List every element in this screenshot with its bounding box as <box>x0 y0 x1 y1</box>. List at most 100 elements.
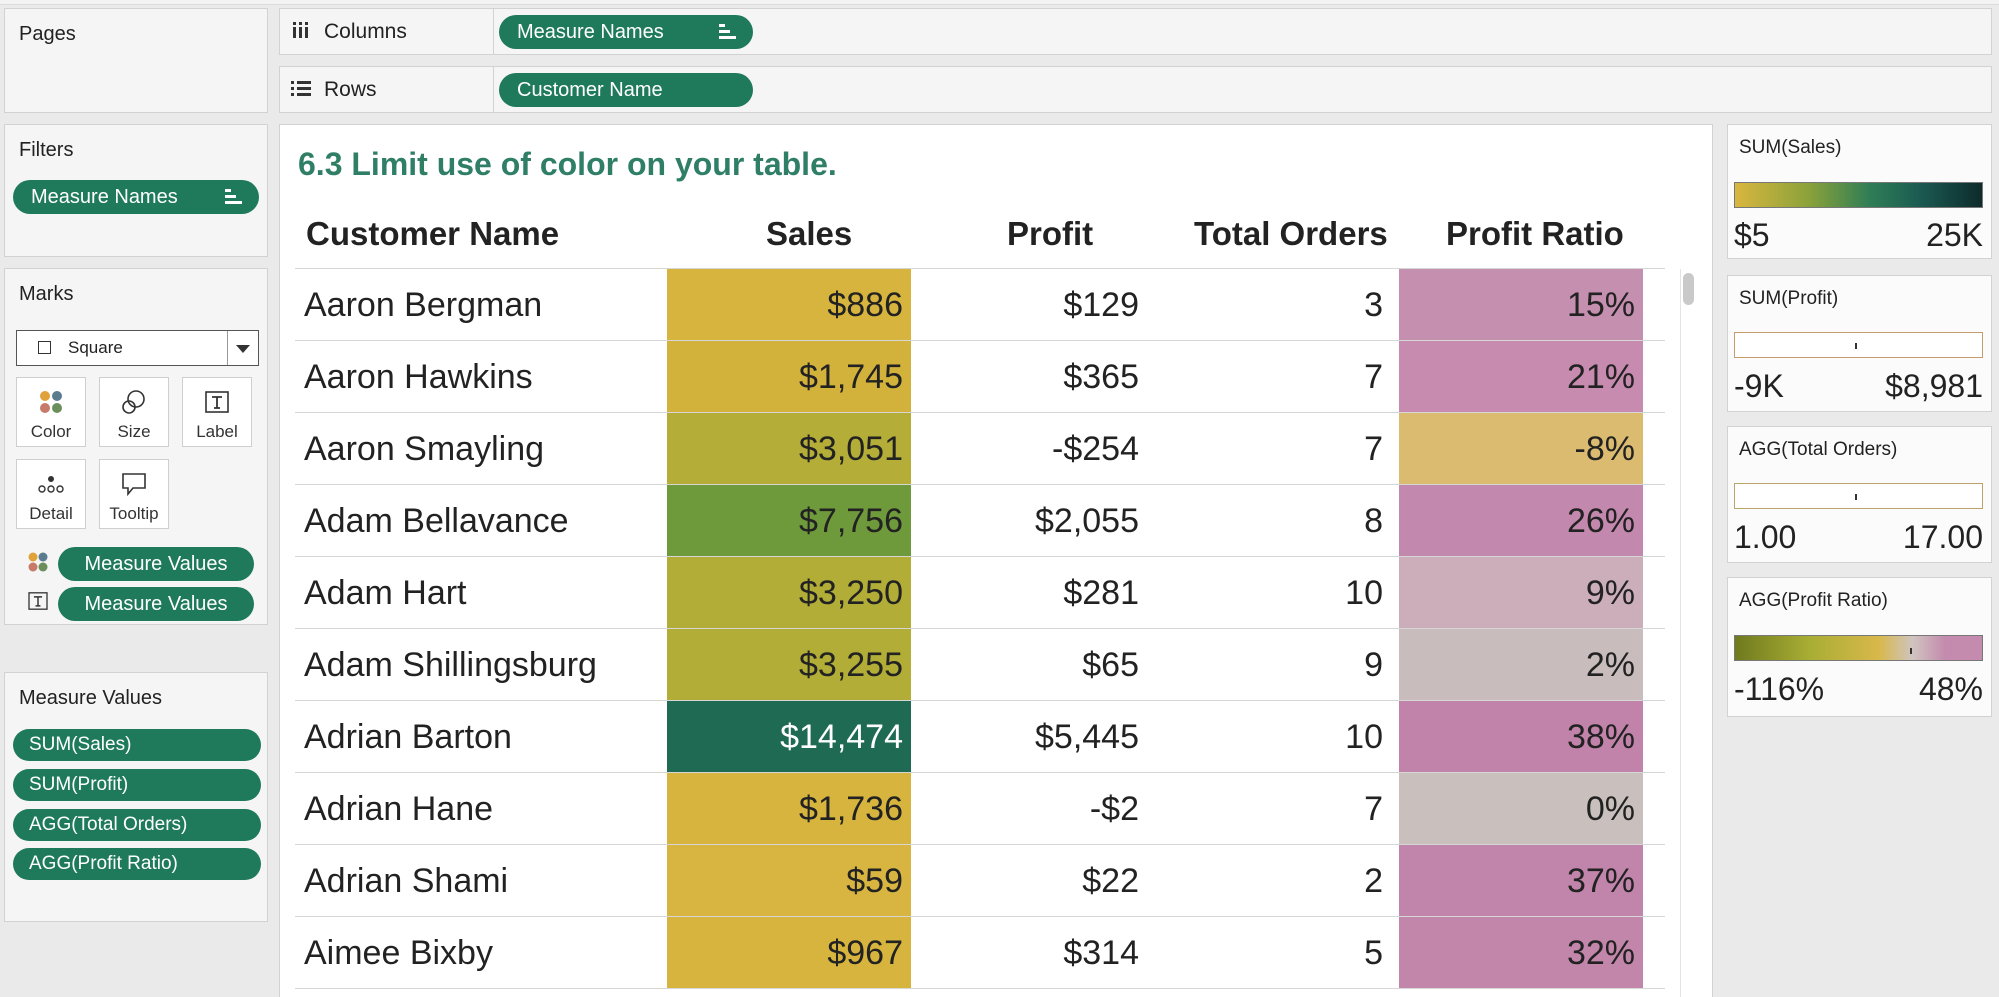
header-profit[interactable]: Profit <box>1007 215 1093 253</box>
label-button[interactable]: Label <box>182 377 252 447</box>
total-orders-cell: 7 <box>1364 358 1383 396</box>
legend-max: 17.00 <box>1902 519 1983 555</box>
measure-profit-ratio-pill[interactable]: AGG(Profit Ratio) <box>13 848 261 880</box>
profit-cell: $2,055 <box>1035 502 1139 540</box>
header-customer-name[interactable]: Customer Name <box>306 215 559 253</box>
legend-title: AGG(Total Orders) <box>1739 439 1898 460</box>
legend-title: SUM(Profit) <box>1739 288 1839 309</box>
color-icon <box>27 551 49 578</box>
table-row[interactable]: Aaron Bergman $886 $129 3 15% <box>295 269 1665 341</box>
legend-sum-sales[interactable]: SUM(Sales) $5 25K <box>1727 124 1992 259</box>
detail-icon <box>38 476 64 493</box>
total-orders-cell: 10 <box>1345 718 1383 756</box>
legend-min: 1.00 <box>1734 519 1797 555</box>
label-measure-values-pill[interactable]: Measure Values <box>58 587 254 621</box>
legend-sum-profit[interactable]: SUM(Profit) -9K $8,981 <box>1727 275 1992 412</box>
legend-max: 25K <box>1926 217 1983 253</box>
table-row[interactable]: Aaron Smayling $3,051 -$254 7 -8% <box>295 413 1665 485</box>
profit-cell: $22 <box>1082 862 1139 900</box>
legend-profit-ratio[interactable]: AGG(Profit Ratio) -116% 48% <box>1727 577 1992 717</box>
legend-gradient-bar <box>1734 332 1983 358</box>
label-label: Label <box>196 422 238 441</box>
rows-icon <box>290 79 312 97</box>
customer-name-cell: Aaron Bergman <box>304 286 543 324</box>
measure-sum-sales-pill[interactable]: SUM(Sales) <box>13 729 261 761</box>
columns-label: Columns <box>324 20 407 43</box>
sales-cell: $3,250 <box>667 557 911 628</box>
detail-button[interactable]: Detail <box>16 459 86 529</box>
worksheet-view: 6.3 Limit use of color on your table. Cu… <box>279 124 1713 997</box>
legend-gradient-bar <box>1734 635 1983 661</box>
table-row[interactable]: Adam Bellavance $7,756 $2,055 8 26% <box>295 485 1665 557</box>
rows-divider <box>493 67 494 112</box>
marks-title: Marks <box>19 283 74 305</box>
columns-measure-names-pill[interactable]: Measure Names <box>499 15 753 49</box>
legend-gradient-bar <box>1734 483 1983 509</box>
total-orders-cell: 8 <box>1364 502 1383 540</box>
size-label: Size <box>117 422 151 441</box>
legend-zero-tick <box>1910 648 1913 654</box>
header-total-orders[interactable]: Total Orders <box>1194 215 1388 253</box>
pages-shelf[interactable]: Pages <box>4 8 268 113</box>
table-row[interactable]: Aaron Hawkins $1,745 $365 7 21% <box>295 341 1665 413</box>
tooltip-label: Tooltip <box>109 504 159 523</box>
table-row[interactable]: Adrian Barton $14,474 $5,445 10 38% <box>295 701 1665 773</box>
label-pill-label: Measure Values <box>84 593 228 615</box>
tooltip-icon <box>122 473 146 496</box>
table-row[interactable]: Adrian Hane $1,736 -$2 7 0% <box>295 773 1665 845</box>
filter-measure-names-pill[interactable]: Measure Names <box>13 180 259 214</box>
rows-pill-label: Customer Name <box>517 79 663 101</box>
vertical-scrollbar[interactable] <box>1680 269 1698 997</box>
profit-ratio-cell: 21% <box>1399 341 1643 412</box>
sales-cell: $1,736 <box>667 773 911 844</box>
scrollbar-thumb[interactable] <box>1683 273 1694 305</box>
total-orders-cell: 10 <box>1345 574 1383 612</box>
table-row[interactable]: Adam Shillingsburg $3,255 $65 9 2% <box>295 629 1665 701</box>
detail-label: Detail <box>29 504 73 523</box>
profit-cell: $65 <box>1082 646 1139 684</box>
table-row[interactable]: Aimee Bixby $967 $314 5 32% <box>295 917 1665 989</box>
measure-pill-label: AGG(Profit Ratio) <box>29 853 178 874</box>
sales-cell: $967 <box>667 917 911 988</box>
mark-type-label: Square <box>68 338 123 357</box>
color-measure-values-pill[interactable]: Measure Values <box>58 547 254 581</box>
measure-values-shelf[interactable]: Measure Values SUM(Sales) SUM(Profit) AG… <box>4 672 268 922</box>
tooltip-button[interactable]: Tooltip <box>99 459 169 529</box>
profit-ratio-cell: 9% <box>1399 557 1643 628</box>
total-orders-cell: 2 <box>1364 862 1383 900</box>
sort-descending-icon <box>225 189 243 205</box>
columns-icon <box>292 20 310 40</box>
header-profit-ratio[interactable]: Profit Ratio <box>1446 215 1624 253</box>
profit-cell: -$254 <box>1052 430 1139 468</box>
pages-title: Pages <box>19 23 76 45</box>
columns-shelf[interactable]: Columns Measure Names <box>279 8 1992 55</box>
measure-sum-profit-pill[interactable]: SUM(Profit) <box>13 769 261 801</box>
profit-cell: -$2 <box>1089 790 1139 828</box>
header-sales[interactable]: Sales <box>766 215 852 253</box>
profit-ratio-cell: 32% <box>1399 917 1643 988</box>
size-button[interactable]: Size <box>99 377 169 447</box>
legend-min: -9K <box>1734 368 1784 404</box>
filter-pill-label: Measure Names <box>31 186 178 208</box>
table-row[interactable]: Adrian Shami $59 $22 2 37% <box>295 845 1665 917</box>
profit-ratio-cell: -8% <box>1399 413 1643 484</box>
legend-total-orders[interactable]: AGG(Total Orders) 1.00 17.00 <box>1727 426 1992 563</box>
legend-title: AGG(Profit Ratio) <box>1739 590 1888 611</box>
sales-cell: $59 <box>667 845 911 916</box>
filters-shelf[interactable]: Filters Measure Names <box>4 124 268 257</box>
rows-customer-name-pill[interactable]: Customer Name <box>499 73 753 107</box>
color-button[interactable]: Color <box>16 377 86 447</box>
measure-pill-label: SUM(Sales) <box>29 734 132 755</box>
measure-total-orders-pill[interactable]: AGG(Total Orders) <box>13 809 261 841</box>
legend-max: 48% <box>1918 671 1983 707</box>
table-row[interactable]: Adam Hart $3,250 $281 10 9% <box>295 557 1665 629</box>
mark-type-dropdown[interactable]: Square <box>16 330 259 366</box>
color-icon <box>40 391 62 413</box>
profit-cell: $281 <box>1063 574 1139 612</box>
profit-ratio-cell: 0% <box>1399 773 1643 844</box>
rows-shelf[interactable]: Rows Customer Name <box>279 66 1992 113</box>
legend-min: $5 <box>1734 217 1770 253</box>
sales-cell: $3,051 <box>667 413 911 484</box>
sales-cell: $14,474 <box>667 701 911 772</box>
customer-name-cell: Aaron Hawkins <box>304 358 533 396</box>
